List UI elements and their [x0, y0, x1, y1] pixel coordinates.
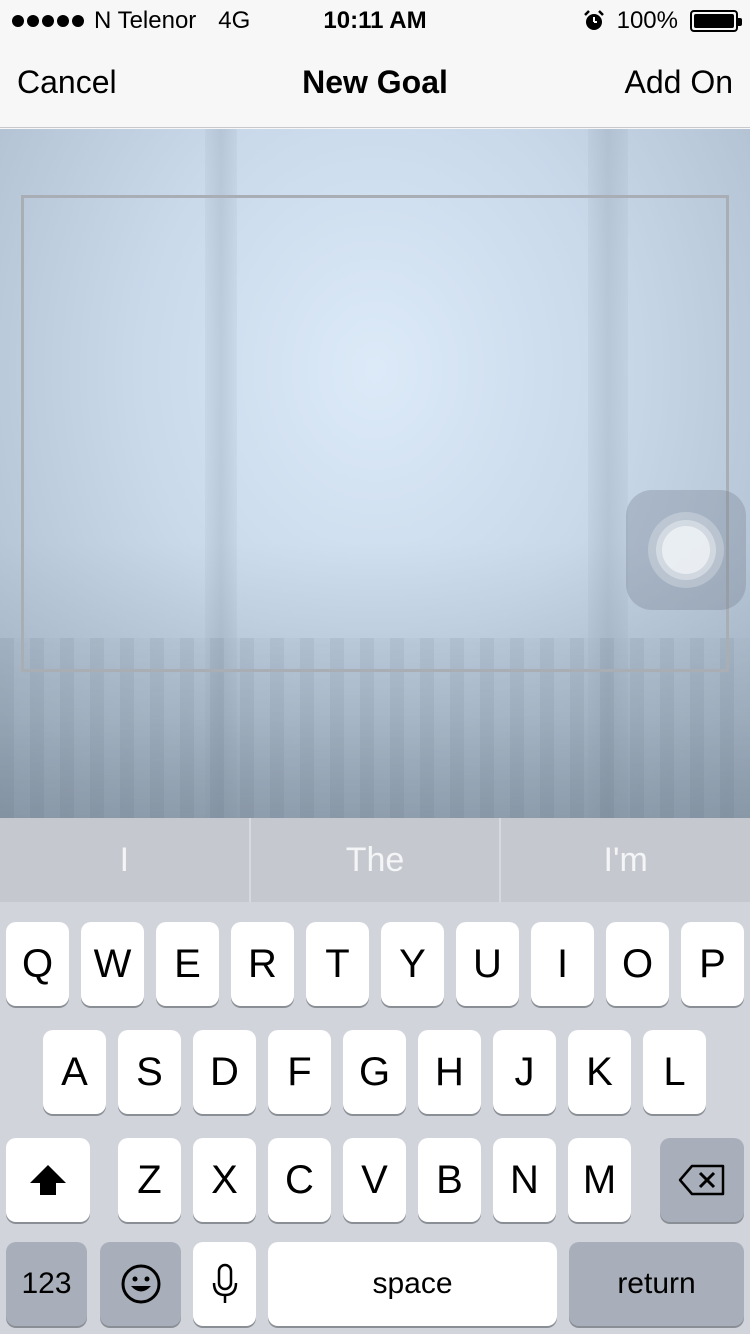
alarm-clock-icon	[583, 10, 604, 30]
key-z[interactable]: Z	[118, 1138, 181, 1222]
key-g[interactable]: G	[343, 1030, 406, 1114]
keyboard: Q W E R T Y U I O P A S D F G H J K L Z …	[0, 902, 750, 1334]
goal-text-area[interactable]	[21, 195, 729, 672]
key-h[interactable]: H	[418, 1030, 481, 1114]
key-r[interactable]: R	[231, 922, 294, 1006]
key-b[interactable]: B	[418, 1138, 481, 1222]
space-key[interactable]: space	[268, 1242, 557, 1326]
key-q[interactable]: Q	[6, 922, 69, 1006]
backspace-icon	[678, 1164, 725, 1196]
key-f[interactable]: F	[268, 1030, 331, 1114]
emoji-key[interactable]	[100, 1242, 181, 1326]
key-l[interactable]: L	[643, 1030, 706, 1114]
predictive-bar: I The I'm	[0, 818, 750, 902]
key-x[interactable]: X	[193, 1138, 256, 1222]
return-key[interactable]: return	[569, 1242, 744, 1326]
backspace-key[interactable]	[660, 1138, 744, 1222]
suggestion-item[interactable]: I	[0, 818, 251, 902]
key-m[interactable]: M	[568, 1138, 631, 1222]
navigation-bar: Cancel New Goal Add On	[0, 40, 750, 128]
suggestion-item[interactable]: The	[251, 818, 502, 902]
shift-key[interactable]	[6, 1138, 90, 1222]
key-d[interactable]: D	[193, 1030, 256, 1114]
key-w[interactable]: W	[81, 922, 144, 1006]
key-e[interactable]: E	[156, 922, 219, 1006]
emoji-icon	[121, 1264, 160, 1304]
status-right: 100%	[583, 7, 742, 35]
background-image	[0, 129, 750, 818]
key-k[interactable]: K	[568, 1030, 631, 1114]
add-on-button[interactable]: Add On	[624, 64, 733, 101]
key-s[interactable]: S	[118, 1030, 181, 1114]
battery-icon	[690, 10, 742, 32]
assistive-touch-center	[662, 526, 710, 574]
microphone-icon	[212, 1263, 237, 1303]
assistive-touch-button[interactable]	[626, 490, 746, 610]
suggestion-item[interactable]: I'm	[501, 818, 750, 902]
key-j[interactable]: J	[493, 1030, 556, 1114]
key-v[interactable]: V	[343, 1138, 406, 1222]
key-a[interactable]: A	[43, 1030, 106, 1114]
key-o[interactable]: O	[606, 922, 669, 1006]
key-c[interactable]: C	[268, 1138, 331, 1222]
shift-arrow-icon	[30, 1165, 66, 1195]
key-t[interactable]: T	[306, 922, 369, 1006]
numbers-key[interactable]: 123	[6, 1242, 87, 1326]
battery-percent: 100%	[616, 7, 678, 34]
key-u[interactable]: U	[456, 922, 519, 1006]
key-n[interactable]: N	[493, 1138, 556, 1222]
key-y[interactable]: Y	[381, 922, 444, 1006]
key-p[interactable]: P	[681, 922, 744, 1006]
battery-fill	[694, 14, 734, 28]
status-bar: N Telenor 4G 10:11 AM 100%	[0, 0, 750, 40]
key-i[interactable]: I	[531, 922, 594, 1006]
dictation-key[interactable]	[193, 1242, 256, 1326]
